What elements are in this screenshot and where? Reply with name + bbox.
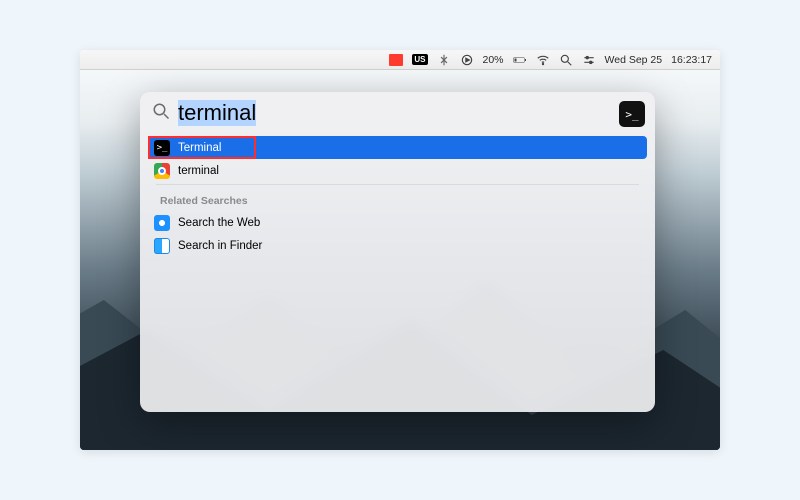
menubar-time[interactable]: 16:23:17 — [671, 54, 712, 66]
result-label: Search the Web — [178, 217, 260, 229]
battery-percentage[interactable]: 20% — [483, 54, 504, 66]
related-search-web[interactable]: Search the Web — [148, 211, 647, 234]
result-label: terminal — [178, 165, 219, 177]
airplay-icon[interactable] — [460, 53, 474, 67]
result-terminal-web[interactable]: terminal — [148, 159, 647, 182]
spotlight-search-bar: >_ — [140, 92, 655, 134]
top-hit-preview-icon[interactable]: >_ — [619, 101, 645, 127]
related-search-finder[interactable]: Search in Finder — [148, 234, 647, 257]
menubar-date[interactable]: Wed Sep 25 — [605, 54, 663, 66]
screen-record-indicator[interactable] — [389, 54, 403, 66]
wifi-icon[interactable] — [536, 53, 550, 67]
finder-icon — [154, 238, 170, 254]
menu-bar: US 20% Wed Sep 25 16:23:17 — [80, 50, 720, 70]
divider — [156, 184, 639, 185]
spotlight-window: >_ >_ Terminal terminal Related Searches… — [140, 92, 655, 412]
control-center-icon[interactable] — [582, 53, 596, 67]
terminal-icon: >_ — [154, 140, 170, 156]
chrome-icon — [154, 163, 170, 179]
result-terminal-app[interactable]: >_ Terminal — [148, 136, 647, 159]
result-label: Search in Finder — [178, 240, 262, 252]
result-label: Terminal — [178, 142, 221, 154]
spotlight-results: >_ Terminal terminal Related Searches Se… — [140, 134, 655, 259]
battery-icon[interactable] — [513, 53, 527, 67]
search-icon — [152, 102, 170, 125]
spotlight-menu-icon[interactable] — [559, 53, 573, 67]
spotlight-input[interactable] — [178, 100, 643, 126]
bluetooth-off-icon[interactable] — [437, 53, 451, 67]
related-searches-header: Related Searches — [148, 187, 647, 211]
macos-desktop: US 20% Wed Sep 25 16:23:17 >_ — [80, 50, 720, 450]
input-source-indicator[interactable]: US — [412, 54, 427, 65]
safari-icon — [154, 215, 170, 231]
